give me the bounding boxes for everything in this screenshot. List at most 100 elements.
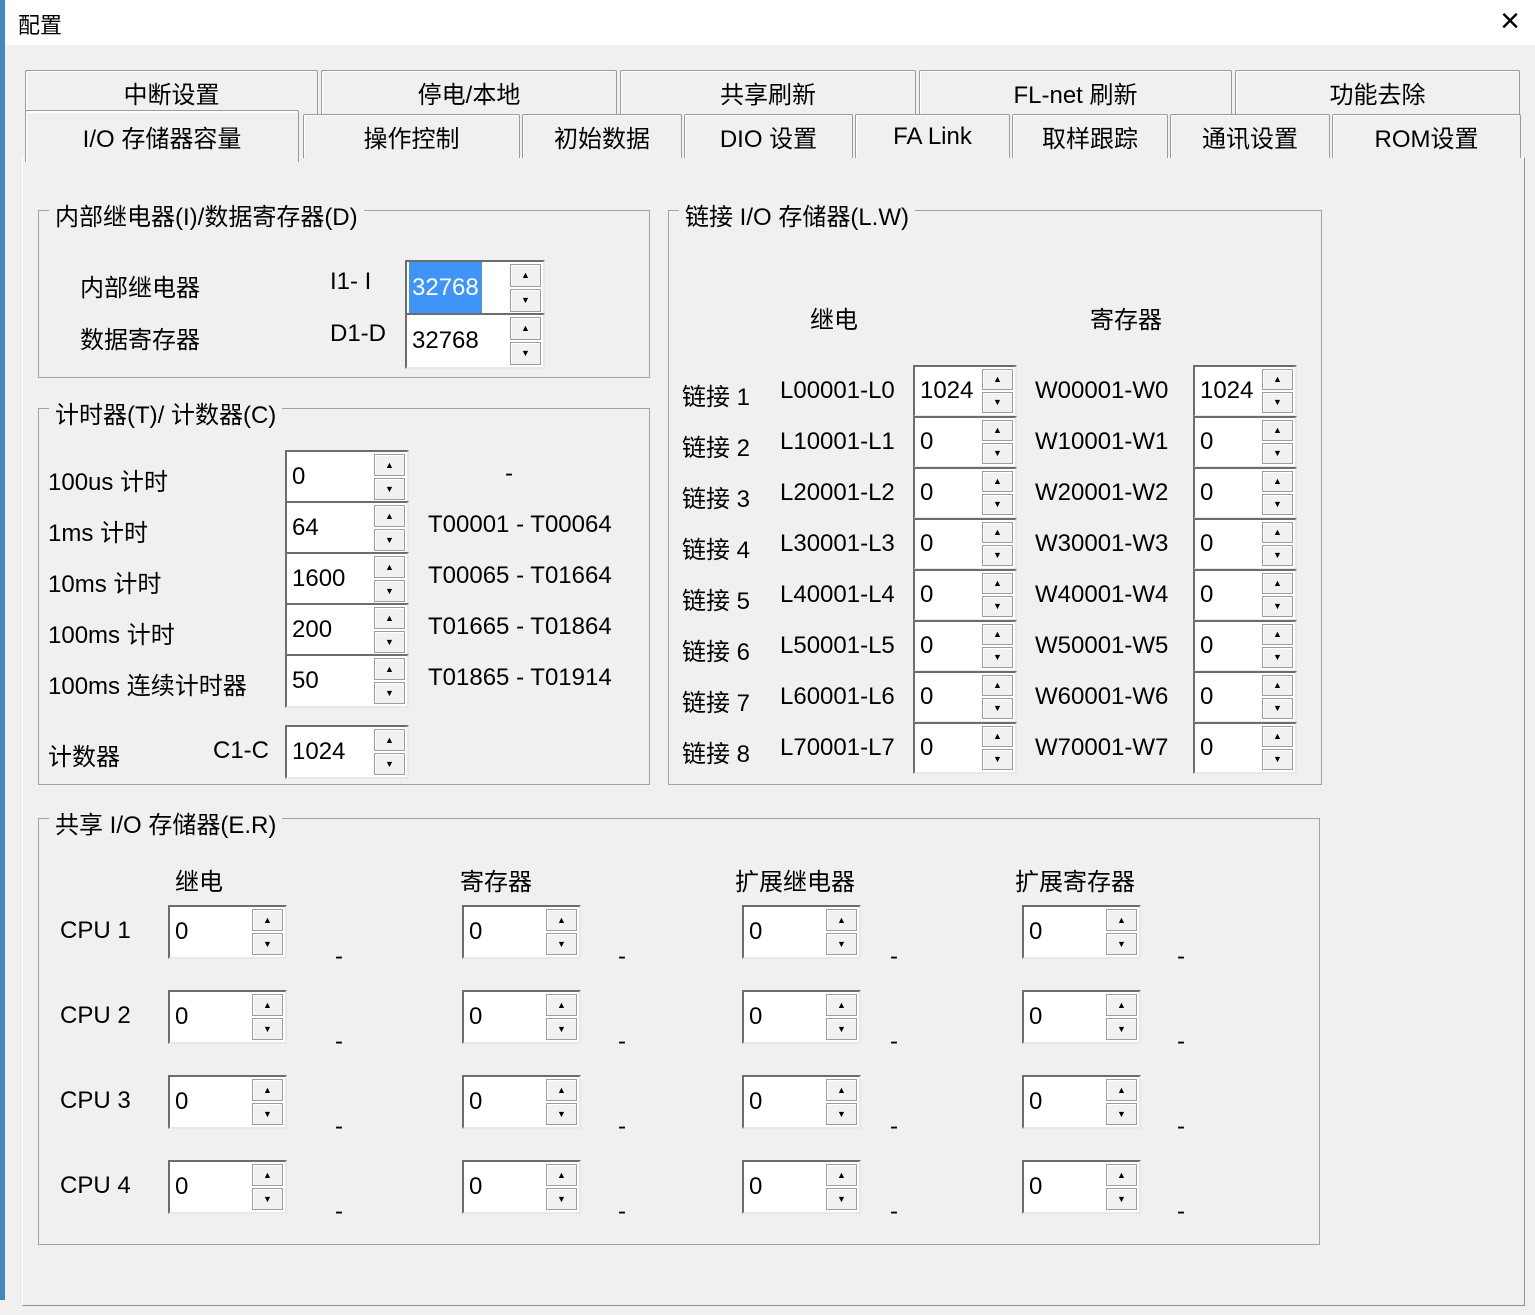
cpu3-register-spinner[interactable]: 0 ▲ ▼ [462, 1075, 581, 1129]
spin-value[interactable]: 0 [1200, 469, 1213, 517]
spin-up-button[interactable]: ▲ [374, 607, 405, 629]
spin-up-button[interactable]: ▲ [982, 522, 1013, 543]
spin-value[interactable]: 0 [1200, 520, 1213, 568]
spin-down-button[interactable]: ▼ [374, 478, 405, 500]
spin-value[interactable]: 64 [292, 503, 319, 553]
cpu4-ext-relay-spinner[interactable]: 0 ▲ ▼ [742, 1160, 861, 1214]
link2-register-spinner[interactable]: 0 ▲ ▼ [1193, 416, 1297, 468]
tab-interrupt-settings[interactable]: 中断设置 [25, 70, 318, 114]
cpu3-ext-register-spinner[interactable]: 0 ▲ ▼ [1022, 1075, 1141, 1129]
spin-down-button[interactable]: ▼ [826, 933, 857, 955]
cpu4-ext-register-spinner[interactable]: 0 ▲ ▼ [1022, 1160, 1141, 1214]
link2-relay-spinner[interactable]: 0 ▲ ▼ [913, 416, 1017, 468]
spin-down-button[interactable]: ▼ [546, 1188, 577, 1210]
spin-up-button[interactable]: ▲ [510, 264, 541, 287]
spin-up-button[interactable]: ▲ [1262, 369, 1293, 390]
timer-100ms-cont-spinner[interactable]: 50 ▲ ▼ [285, 654, 409, 708]
spin-down-button[interactable]: ▼ [1262, 443, 1293, 464]
spin-value[interactable]: 0 [749, 907, 762, 957]
spin-up-button[interactable]: ▲ [374, 505, 405, 527]
spin-down-button[interactable]: ▼ [1262, 545, 1293, 566]
spin-value[interactable]: 32768 [412, 315, 479, 367]
tab-sampling-trace[interactable]: 取样跟踪 [1012, 114, 1168, 158]
spin-down-button[interactable]: ▼ [826, 1103, 857, 1125]
spin-value[interactable]: 0 [749, 992, 762, 1042]
cpu4-register-spinner[interactable]: 0 ▲ ▼ [462, 1160, 581, 1214]
spin-up-button[interactable]: ▲ [1262, 522, 1293, 543]
spin-value[interactable]: 0 [1200, 571, 1213, 619]
spin-down-button[interactable]: ▼ [374, 682, 405, 704]
spin-up-button[interactable]: ▲ [982, 675, 1013, 696]
spin-up-button[interactable]: ▲ [546, 1164, 577, 1186]
spin-up-button[interactable]: ▲ [546, 1079, 577, 1101]
spin-down-button[interactable]: ▼ [982, 392, 1013, 413]
link8-relay-spinner[interactable]: 0 ▲ ▼ [913, 722, 1017, 774]
spin-value[interactable]: 0 [1200, 673, 1213, 721]
spin-value[interactable]: 200 [292, 605, 332, 655]
spin-down-button[interactable]: ▼ [1262, 698, 1293, 719]
tab-flnet-refresh[interactable]: FL-net 刷新 [919, 70, 1232, 114]
data-register-spinner[interactable]: 32768 ▲ ▼ [405, 313, 545, 369]
cpu1-register-spinner[interactable]: 0 ▲ ▼ [462, 905, 581, 959]
spin-value[interactable]: 0 [175, 1077, 188, 1127]
tab-communication-settings[interactable]: 通讯设置 [1170, 114, 1330, 158]
tab-io-memory-capacity[interactable]: I/O 存储器容量 [25, 110, 299, 162]
spin-up-button[interactable]: ▲ [252, 994, 283, 1016]
spin-down-button[interactable]: ▼ [546, 1103, 577, 1125]
spin-down-button[interactable]: ▼ [1262, 647, 1293, 668]
tab-function-removal[interactable]: 功能去除 [1235, 70, 1520, 114]
spin-down-button[interactable]: ▼ [546, 1018, 577, 1040]
spin-value[interactable]: 32768 [409, 262, 482, 314]
spin-up-button[interactable]: ▲ [982, 624, 1013, 645]
spin-down-button[interactable]: ▼ [510, 342, 541, 365]
link3-relay-spinner[interactable]: 0 ▲ ▼ [913, 467, 1017, 519]
spin-up-button[interactable]: ▲ [252, 909, 283, 931]
spin-value[interactable]: 0 [1200, 724, 1213, 772]
spin-up-button[interactable]: ▲ [252, 1164, 283, 1186]
spin-down-button[interactable]: ▼ [546, 933, 577, 955]
spin-value[interactable]: 0 [175, 992, 188, 1042]
spin-down-button[interactable]: ▼ [252, 1018, 283, 1040]
timer-100ms-spinner[interactable]: 200 ▲ ▼ [285, 603, 409, 657]
spin-up-button[interactable]: ▲ [374, 658, 405, 680]
internal-relay-spinner[interactable]: 32768 ▲ ▼ [405, 260, 545, 316]
spin-value[interactable]: 50 [292, 656, 319, 706]
spin-down-button[interactable]: ▼ [374, 631, 405, 653]
spin-up-button[interactable]: ▲ [374, 729, 405, 751]
spin-up-button[interactable]: ▲ [1106, 1164, 1137, 1186]
spin-down-button[interactable]: ▼ [826, 1018, 857, 1040]
link3-register-spinner[interactable]: 0 ▲ ▼ [1193, 467, 1297, 519]
spin-value[interactable]: 0 [469, 1077, 482, 1127]
link7-register-spinner[interactable]: 0 ▲ ▼ [1193, 671, 1297, 723]
spin-down-button[interactable]: ▼ [252, 1188, 283, 1210]
spin-up-button[interactable]: ▲ [1106, 909, 1137, 931]
cpu2-ext-relay-spinner[interactable]: 0 ▲ ▼ [742, 990, 861, 1044]
spin-down-button[interactable]: ▼ [982, 494, 1013, 515]
tab-shared-refresh[interactable]: 共享刷新 [620, 70, 916, 114]
spin-down-button[interactable]: ▼ [982, 443, 1013, 464]
link7-relay-spinner[interactable]: 0 ▲ ▼ [913, 671, 1017, 723]
link6-relay-spinner[interactable]: 0 ▲ ▼ [913, 620, 1017, 672]
spin-value[interactable]: 0 [1200, 622, 1213, 670]
spin-up-button[interactable]: ▲ [374, 556, 405, 578]
link1-relay-spinner[interactable]: 1024 ▲ ▼ [913, 365, 1017, 417]
cpu2-ext-register-spinner[interactable]: 0 ▲ ▼ [1022, 990, 1141, 1044]
spin-up-button[interactable]: ▲ [982, 573, 1013, 594]
spin-up-button[interactable]: ▲ [546, 909, 577, 931]
spin-down-button[interactable]: ▼ [826, 1188, 857, 1210]
link8-register-spinner[interactable]: 0 ▲ ▼ [1193, 722, 1297, 774]
spin-value[interactable]: 0 [1029, 992, 1042, 1042]
spin-value[interactable]: 0 [920, 673, 933, 721]
spin-down-button[interactable]: ▼ [252, 933, 283, 955]
spin-down-button[interactable]: ▼ [982, 698, 1013, 719]
spin-down-button[interactable]: ▼ [1262, 494, 1293, 515]
link5-register-spinner[interactable]: 0 ▲ ▼ [1193, 569, 1297, 621]
spin-down-button[interactable]: ▼ [510, 289, 541, 312]
tab-operation-control[interactable]: 操作控制 [303, 114, 520, 158]
spin-value[interactable]: 0 [749, 1162, 762, 1212]
spin-up-button[interactable]: ▲ [982, 420, 1013, 441]
spin-up-button[interactable]: ▲ [1262, 573, 1293, 594]
spin-up-button[interactable]: ▲ [374, 454, 405, 476]
spin-up-button[interactable]: ▲ [982, 726, 1013, 747]
spin-down-button[interactable]: ▼ [374, 580, 405, 602]
